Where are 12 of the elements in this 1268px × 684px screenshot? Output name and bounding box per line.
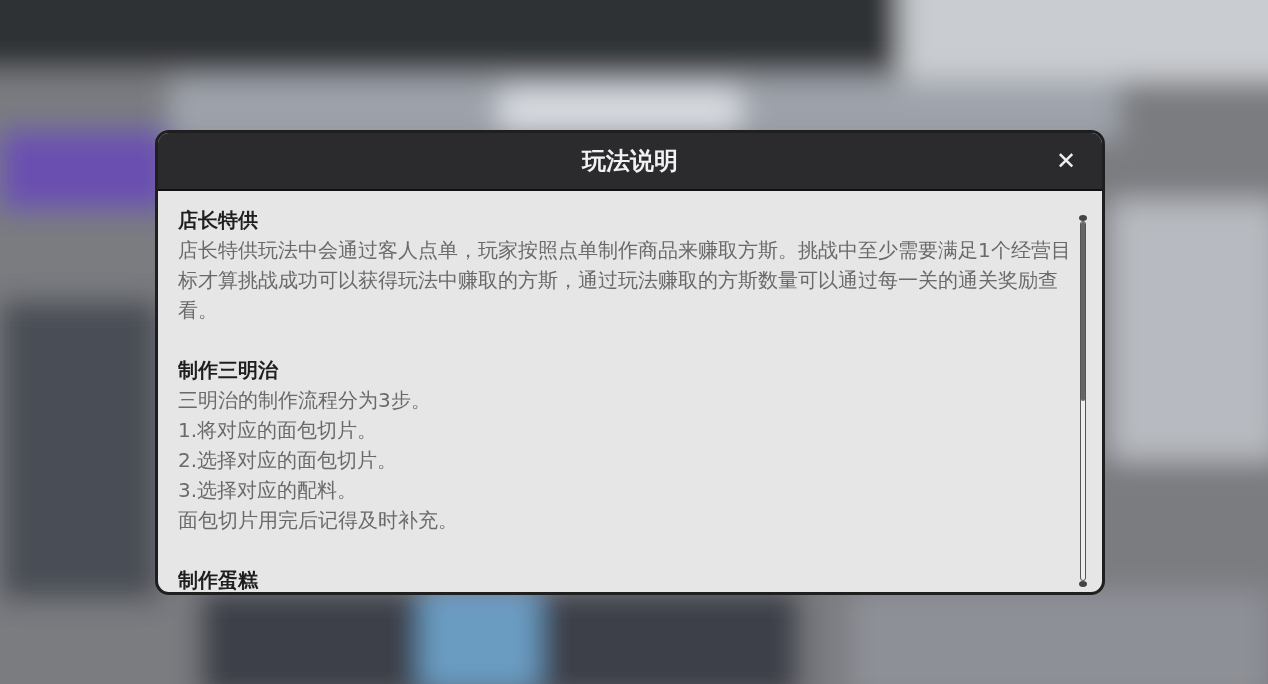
scrollbar[interactable]	[1078, 215, 1088, 587]
section-heading: 店长特供	[178, 207, 259, 234]
dialog-title: 玩法说明	[582, 146, 678, 177]
close-button[interactable]: ✕	[1051, 145, 1080, 177]
body-text: 三明治的制作流程分为3步。	[178, 387, 432, 414]
section-heading: 制作蛋糕	[178, 567, 260, 592]
body-text: 店长特供玩法中会通过客人点单，玩家按照点单制作商品来赚取方斯。挑战中至少需要满足1个经营目标才算挑战成功可以获得玩法中赚取的方斯，通过玩法赚取的方斯数量可以通过每一关的通关奖励查看。	[178, 237, 1072, 324]
body-text: 1.将对应的面包切片。	[178, 417, 379, 444]
body-text: 2.选择对应的面包切片。	[178, 447, 399, 474]
body-text: 面包切片用完后记得及时补充。	[178, 507, 459, 534]
body-text: 3.选择对应的配料。	[178, 477, 359, 504]
section-heading: 制作三明治	[178, 357, 279, 384]
